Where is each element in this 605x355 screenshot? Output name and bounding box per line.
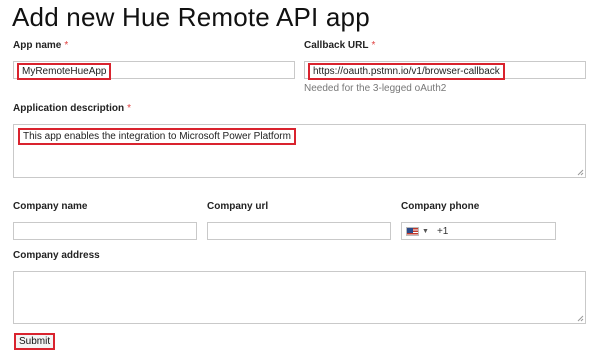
country-selector[interactable]: ▼ +1 xyxy=(406,226,448,237)
company-phone-label: Company phone xyxy=(401,201,480,212)
description-value: This app enables the integration to Micr… xyxy=(18,128,296,145)
required-marker: * xyxy=(371,40,376,51)
app-name-label-text: App name xyxy=(13,40,62,51)
submit-button[interactable]: Submit xyxy=(14,333,56,350)
resize-handle-icon[interactable] xyxy=(577,169,584,176)
chevron-down-icon: ▼ xyxy=(422,228,429,235)
company-url-input[interactable] xyxy=(207,222,391,240)
callback-url-value: https://oauth.pstmn.io/v1/browser-callba… xyxy=(308,63,505,80)
app-name-value: MyRemoteHueApp xyxy=(17,63,112,80)
required-marker: * xyxy=(127,103,132,114)
callback-url-hint: Needed for the 3-legged oAuth2 xyxy=(304,83,447,94)
description-label: Application description * xyxy=(13,103,131,114)
company-name-label: Company name xyxy=(13,201,88,212)
company-address-label: Company address xyxy=(13,250,100,261)
required-marker: * xyxy=(64,40,69,51)
callback-url-input[interactable]: https://oauth.pstmn.io/v1/browser-callba… xyxy=(304,61,586,80)
app-name-label: App name * xyxy=(13,40,68,51)
description-textarea[interactable]: This app enables the integration to Micr… xyxy=(13,124,586,178)
callback-url-label-text: Callback URL xyxy=(304,40,369,51)
company-phone-input[interactable]: ▼ +1 xyxy=(401,222,556,240)
description-label-text: Application description xyxy=(13,103,125,114)
company-name-input[interactable] xyxy=(13,222,197,240)
page-title: Add new Hue Remote API app xyxy=(12,2,370,32)
dial-code: +1 xyxy=(436,226,449,237)
us-flag-icon xyxy=(406,227,419,236)
resize-handle-icon[interactable] xyxy=(577,315,584,322)
callback-url-label: Callback URL * xyxy=(304,40,375,51)
company-address-textarea[interactable] xyxy=(13,271,586,324)
app-name-input[interactable]: MyRemoteHueApp xyxy=(13,61,295,80)
company-url-label: Company url xyxy=(207,201,269,212)
